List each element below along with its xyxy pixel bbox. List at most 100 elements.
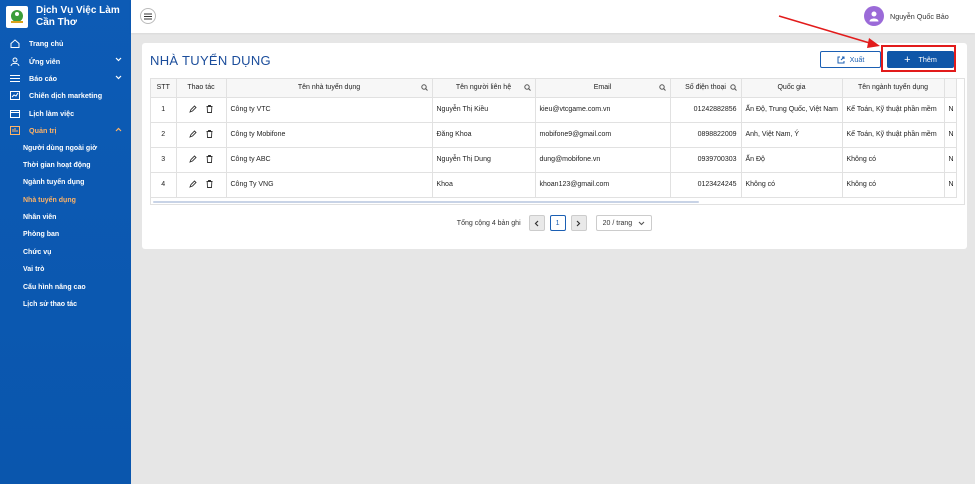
menu-toggle-button[interactable] — [140, 8, 156, 24]
delete-icon[interactable] — [206, 129, 213, 138]
chevron-up-icon — [115, 127, 122, 132]
cell-contact: Khoa — [432, 172, 536, 198]
sidebar-item-home[interactable]: Trang chủ — [0, 35, 131, 52]
delete-icon[interactable] — [206, 154, 213, 163]
pagination-total: Tổng cộng 4 bản ghi — [456, 219, 521, 227]
col-phone[interactable]: Số điện thoại — [670, 79, 742, 98]
chevron-down-icon — [115, 75, 122, 80]
search-icon[interactable] — [729, 84, 737, 91]
table-row[interactable]: 2 Công ty Mobifone Đăng Khoa mobifone9@g… — [151, 122, 957, 148]
cell-company: Công ty VTC — [226, 97, 433, 123]
cell-company: Công ty ABC — [226, 147, 433, 173]
sidebar-subitem-active-time[interactable]: Thời gian hoạt động — [0, 157, 131, 174]
page-title: NHÀ TUYỂN DỤNG — [150, 53, 271, 68]
col-stt: STT — [151, 79, 177, 98]
chevron-right-icon — [576, 220, 581, 226]
search-icon[interactable] — [658, 84, 666, 91]
sidebar-item-admin[interactable]: Quản trị — [0, 122, 131, 139]
cell-industry: Không có — [842, 147, 945, 173]
sidebar-item-schedule[interactable]: Lịch làm việc — [0, 105, 131, 122]
cell-extra: N — [944, 172, 957, 198]
cell-email: kieu@vtcgame.com.vn — [535, 97, 671, 123]
cell-email: dung@mobifone.vn — [535, 147, 671, 173]
cell-contact: Đăng Khoa — [432, 122, 536, 148]
chevron-down-icon — [115, 57, 122, 62]
horizontal-scrollbar[interactable] — [153, 201, 699, 203]
sidebar-item-label: Lịch làm việc — [29, 108, 75, 118]
cell-company: Công ty Mobifone — [226, 122, 433, 148]
sidebar-subitem-employers[interactable]: Nhà tuyển dụng — [0, 192, 131, 209]
avatar[interactable] — [864, 6, 884, 26]
col-actions: Thao tác — [176, 79, 227, 98]
sidebar-item-marketing[interactable]: Chiến dịch marketing — [0, 87, 131, 104]
sidebar-item-label: Chiến dịch marketing — [29, 91, 103, 101]
col-company[interactable]: Tên nhà tuyển dụng — [226, 79, 433, 98]
cell-country: Ấn Độ — [741, 147, 843, 173]
brand-title: Dịch Vụ Việc Làm Cần Thơ — [36, 5, 120, 28]
cell-extra: N — [944, 147, 957, 173]
search-icon[interactable] — [523, 84, 531, 91]
cell-phone: 0939700303 — [670, 147, 742, 173]
sidebar-subitem-advanced-config[interactable]: Cấu hình nâng cao — [0, 278, 131, 295]
table-row[interactable]: 4 Công Ty VNG Khoa khoan123@gmail.com 01… — [151, 172, 957, 198]
table-header-row: STT Thao tác Tên nhà tuyển dụng Tên ngườ… — [151, 79, 957, 98]
next-page-button[interactable] — [570, 215, 587, 231]
edit-icon[interactable] — [188, 129, 197, 138]
sidebar: Dịch Vụ Việc Làm Cần Thơ Trang chủ Ứng v… — [0, 0, 131, 484]
pagination: Tổng cộng 4 bản ghi 1 20 / trang — [142, 215, 967, 231]
export-icon — [837, 56, 845, 63]
user-avatar-icon — [869, 11, 879, 22]
col-label: Tên người liên hệ — [455, 84, 512, 92]
cell-contact: Nguyễn Thị Kiều — [432, 97, 536, 123]
sidebar-subitem-roles[interactable]: Vai trò — [0, 261, 131, 278]
col-email[interactable]: Email — [535, 79, 671, 98]
delete-icon[interactable] — [206, 104, 213, 113]
cell-company: Công Ty VNG — [226, 172, 433, 198]
export-button[interactable]: Xuất — [820, 51, 881, 68]
cell-industry: Kế Toán, Kỹ thuật phần mềm — [842, 97, 945, 123]
edit-icon[interactable] — [188, 154, 197, 163]
cell-actions — [176, 172, 227, 198]
cell-stt: 2 — [151, 122, 177, 148]
table-row[interactable]: 1 Công ty VTC Nguyễn Thị Kiều kieu@vtcga… — [151, 97, 957, 123]
cell-extra: N — [944, 122, 957, 148]
cell-stt: 4 — [151, 172, 177, 198]
cell-phone: 0123424245 — [670, 172, 742, 198]
top-bar: Nguyễn Quốc Bảo — [131, 0, 975, 33]
add-button[interactable]: + Thêm — [887, 51, 954, 68]
cell-actions — [176, 97, 227, 123]
prev-page-button[interactable] — [528, 215, 545, 231]
cell-extra: N — [944, 97, 957, 123]
col-contact[interactable]: Tên người liên hệ — [432, 79, 536, 98]
sidebar-item-reports[interactable]: Báo cáo — [0, 70, 131, 87]
employer-card: NHÀ TUYỂN DỤNG Xuất + Thêm STT Thao tác … — [142, 43, 967, 249]
cell-country: Anh, Việt Nam, Ý — [741, 122, 843, 148]
export-label: Xuất — [849, 55, 865, 64]
sidebar-item-candidates[interactable]: Ứng viên — [0, 52, 131, 69]
sidebar-subitem-offhours-users[interactable]: Người dùng ngoài giờ — [0, 139, 131, 156]
table-row[interactable]: 3 Công ty ABC Nguyễn Thị Dung dung@mobif… — [151, 147, 957, 173]
sidebar-subitem-staff[interactable]: Nhân viên — [0, 209, 131, 226]
cell-actions — [176, 147, 227, 173]
sidebar-subitem-departments[interactable]: Phòng ban — [0, 226, 131, 243]
edit-icon[interactable] — [188, 104, 197, 113]
brand[interactable]: Dịch Vụ Việc Làm Cần Thơ — [0, 0, 131, 34]
marketing-icon — [10, 91, 20, 101]
sidebar-subitem-industries[interactable]: Ngành tuyển dụng — [0, 174, 131, 191]
sidebar-item-label: Ứng viên — [29, 56, 61, 66]
col-label: Email — [593, 84, 612, 92]
page-number-button[interactable]: 1 — [549, 215, 566, 231]
search-icon[interactable] — [420, 84, 428, 91]
edit-icon[interactable] — [188, 179, 197, 188]
add-label: Thêm — [918, 55, 937, 64]
sidebar-item-label: Trang chủ — [29, 39, 64, 49]
delete-icon[interactable] — [206, 179, 213, 188]
sidebar-subitem-activity-log[interactable]: Lịch sử thao tác — [0, 296, 131, 313]
sidebar-subitem-positions[interactable]: Chức vụ — [0, 244, 131, 261]
cell-industry: Không có — [842, 172, 945, 198]
col-extra — [944, 79, 957, 98]
col-label: Tên nhà tuyển dụng — [297, 84, 361, 92]
user-name[interactable]: Nguyễn Quốc Bảo — [890, 12, 949, 21]
page-size-select[interactable]: 20 / trang — [595, 215, 653, 231]
plus-icon: + — [904, 53, 911, 66]
